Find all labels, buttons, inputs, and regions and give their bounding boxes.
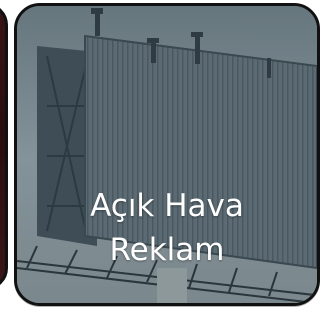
category-card-outdoor-advertising[interactable]: Açık Hava Reklam <box>14 3 320 306</box>
card-title-line-1: Açık Hava <box>90 188 244 224</box>
previous-card-edge[interactable] <box>0 3 8 290</box>
card-title-line-2: Reklam <box>109 232 225 268</box>
carousel-viewport: Açık Hava Reklam <box>0 0 323 321</box>
card-title: Açık Hava Reklam <box>17 184 317 272</box>
